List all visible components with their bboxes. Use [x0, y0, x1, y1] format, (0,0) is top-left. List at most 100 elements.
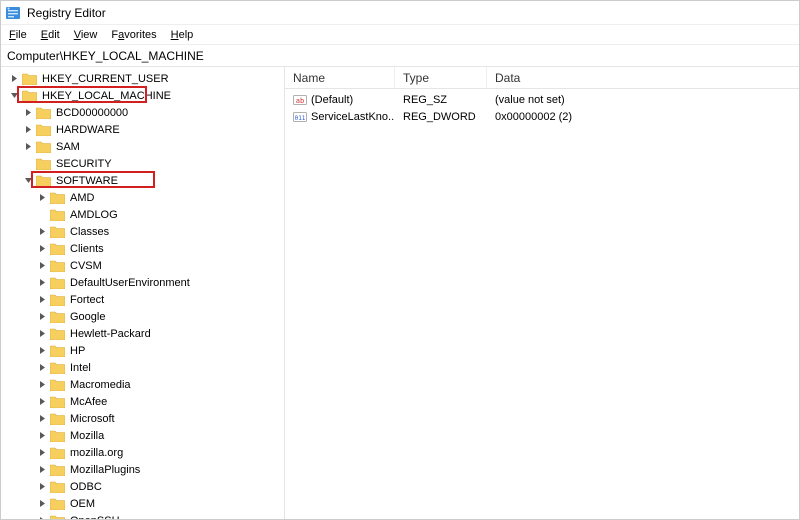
- chevron-right-icon[interactable]: [35, 291, 49, 308]
- folder-icon: [49, 223, 65, 240]
- folder-icon: [49, 444, 65, 461]
- chevron-right-icon[interactable]: [35, 223, 49, 240]
- tree-google[interactable]: Google: [3, 308, 282, 325]
- value-row[interactable]: ab(Default)REG_SZ(value not set): [285, 91, 799, 108]
- chevron-down-icon[interactable]: [7, 87, 21, 104]
- tree-mcafee[interactable]: McAfee: [3, 393, 282, 410]
- value-row[interactable]: 011ServiceLastKno...REG_DWORD0x00000002 …: [285, 108, 799, 125]
- value-type: REG_DWORD: [395, 111, 487, 123]
- tree-hkcu[interactable]: HKEY_CURRENT_USER: [3, 70, 282, 87]
- tree-cvsm[interactable]: CVSM: [3, 257, 282, 274]
- folder-icon: [49, 427, 65, 444]
- folder-icon: [49, 376, 65, 393]
- menu-file[interactable]: File: [3, 27, 33, 43]
- tree-mozilla[interactable]: Mozilla: [3, 427, 282, 444]
- tree-label: MozillaPlugins: [68, 463, 142, 477]
- tree-openssh[interactable]: OpenSSH: [3, 512, 282, 519]
- address-bar[interactable]: Computer\HKEY_LOCAL_MACHINE: [1, 45, 799, 67]
- menubar: File Edit View Favorites Help: [1, 25, 799, 45]
- tree-label: AMDLOG: [68, 208, 120, 222]
- chevron-right-icon[interactable]: [35, 359, 49, 376]
- tree-hardware[interactable]: HARDWARE: [3, 121, 282, 138]
- chevron-right-icon[interactable]: [7, 70, 21, 87]
- tree-oem[interactable]: OEM: [3, 495, 282, 512]
- chevron-right-icon[interactable]: [35, 308, 49, 325]
- tree-sam[interactable]: SAM: [3, 138, 282, 155]
- folder-icon: [35, 121, 51, 138]
- tree-microsoft1[interactable]: Microsoft: [3, 410, 282, 427]
- chevron-right-icon[interactable]: [35, 257, 49, 274]
- tree-intel[interactable]: Intel: [3, 359, 282, 376]
- chevron-right-icon[interactable]: [35, 444, 49, 461]
- chevron-right-icon[interactable]: [21, 121, 35, 138]
- tree-hp1[interactable]: Hewlett-Packard: [3, 325, 282, 342]
- folder-icon: [49, 495, 65, 512]
- chevron-right-icon[interactable]: [21, 138, 35, 155]
- column-data[interactable]: Data: [487, 67, 799, 88]
- chevron-right-icon[interactable]: [35, 189, 49, 206]
- menu-edit[interactable]: Edit: [35, 27, 66, 43]
- folder-icon: [49, 461, 65, 478]
- titlebar[interactable]: Registry Editor: [1, 1, 799, 25]
- chevron-right-icon[interactable]: [35, 461, 49, 478]
- tree-mozillaorg[interactable]: mozilla.org: [3, 444, 282, 461]
- tree-label: DefaultUserEnvironment: [68, 276, 192, 290]
- menu-view[interactable]: View: [68, 27, 104, 43]
- chevron-right-icon[interactable]: [35, 478, 49, 495]
- column-name[interactable]: Name: [285, 67, 395, 88]
- chevron-right-icon[interactable]: [35, 325, 49, 342]
- tree-mozillaplugins[interactable]: MozillaPlugins: [3, 461, 282, 478]
- menu-favorites[interactable]: Favorites: [105, 27, 162, 43]
- tree-clients[interactable]: Clients: [3, 240, 282, 257]
- tree-label: Classes: [68, 225, 111, 239]
- chevron-right-icon[interactable]: [35, 274, 49, 291]
- tree-label: Intel: [68, 361, 93, 375]
- chevron-right-icon[interactable]: [35, 393, 49, 410]
- chevron-right-icon[interactable]: [35, 427, 49, 444]
- tree-software[interactable]: SOFTWARE: [3, 172, 282, 189]
- tree-amdlog[interactable]: AMDLOG: [3, 206, 282, 223]
- tree-defaultuserenv[interactable]: DefaultUserEnvironment: [3, 274, 282, 291]
- tree-label: AMD: [68, 191, 96, 205]
- chevron-right-icon[interactable]: [35, 495, 49, 512]
- tree-hklm[interactable]: HKEY_LOCAL_MACHINE: [3, 87, 282, 104]
- tree-label: Mozilla: [68, 429, 106, 443]
- folder-icon: [49, 342, 65, 359]
- values-header: Name Type Data: [285, 67, 799, 89]
- tree-label: OEM: [68, 497, 97, 511]
- tree-macromedia[interactable]: Macromedia: [3, 376, 282, 393]
- chevron-right-icon[interactable]: [35, 410, 49, 427]
- value-data: 0x00000002 (2): [487, 111, 799, 123]
- tree-fortect[interactable]: Fortect: [3, 291, 282, 308]
- folder-icon: [49, 240, 65, 257]
- chevron-down-icon[interactable]: [21, 172, 35, 189]
- chevron-right-icon[interactable]: [35, 240, 49, 257]
- menu-help[interactable]: Help: [165, 27, 200, 43]
- window-title: Registry Editor: [27, 6, 106, 20]
- folder-icon: [49, 512, 65, 519]
- tree-amd[interactable]: AMD: [3, 189, 282, 206]
- chevron-right-icon[interactable]: [35, 342, 49, 359]
- chevron-right-icon[interactable]: [35, 376, 49, 393]
- values-pane[interactable]: Name Type Data ab(Default)REG_SZ(value n…: [285, 67, 799, 519]
- folder-icon: [49, 291, 65, 308]
- folder-icon: [49, 478, 65, 495]
- registry-editor-window: Registry Editor File Edit View Favorites…: [0, 0, 800, 520]
- folder-icon: [21, 87, 37, 104]
- value-type: REG_SZ: [395, 94, 487, 106]
- tree-pane[interactable]: HKEY_CURRENT_USERHKEY_LOCAL_MACHINEBCD00…: [1, 67, 285, 519]
- tree-odbc[interactable]: ODBC: [3, 478, 282, 495]
- tree-security[interactable]: SECURITY: [3, 155, 282, 172]
- folder-icon: [35, 138, 51, 155]
- tree-classes[interactable]: Classes: [3, 223, 282, 240]
- tree-hp2[interactable]: HP: [3, 342, 282, 359]
- chevron-right-icon[interactable]: [35, 512, 49, 519]
- tree-label: Microsoft: [68, 412, 117, 426]
- string-value-icon: ab: [293, 93, 307, 107]
- column-type[interactable]: Type: [395, 67, 487, 88]
- chevron-right-icon[interactable]: [21, 104, 35, 121]
- folder-icon: [49, 206, 65, 223]
- value-name: (Default): [311, 94, 353, 106]
- tree-label: SOFTWARE: [54, 174, 120, 188]
- tree-bcd[interactable]: BCD00000000: [3, 104, 282, 121]
